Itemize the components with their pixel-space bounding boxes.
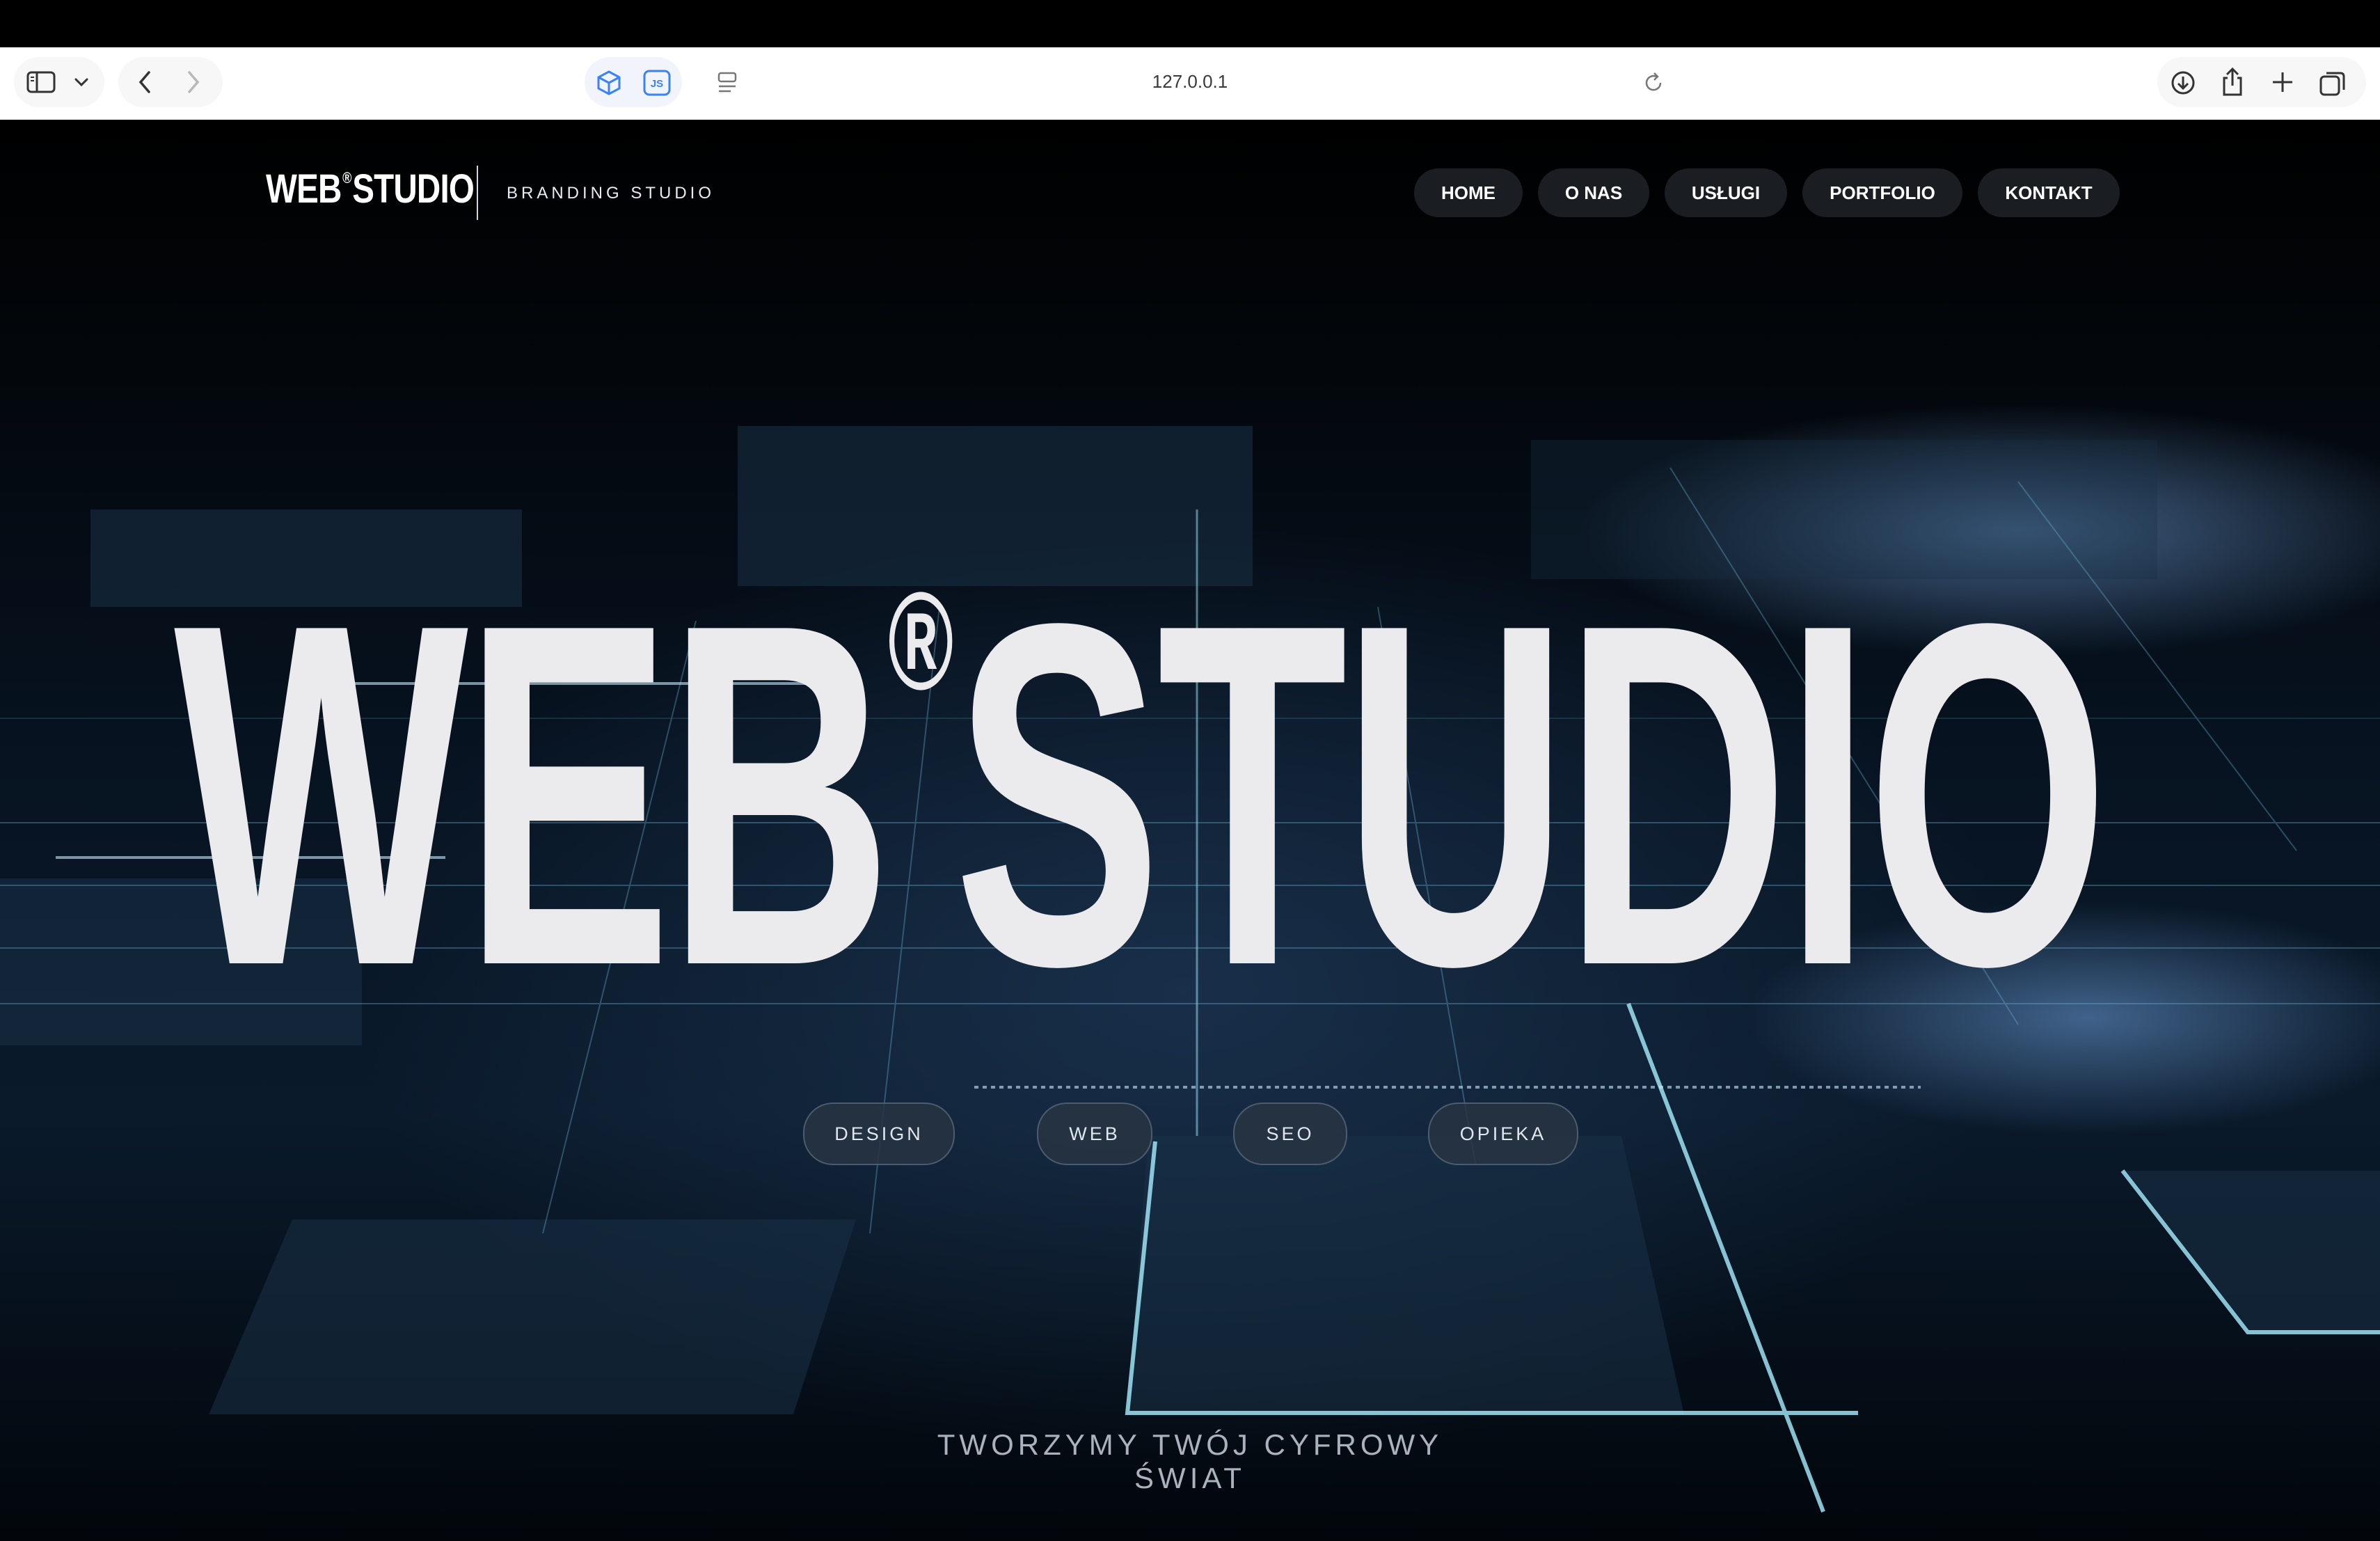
nav-item-home[interactable]: HOME	[1414, 168, 1523, 217]
nav-item-kontakt[interactable]: KONTAKT	[1978, 168, 2120, 217]
extensions-group: JS	[585, 57, 682, 107]
main-nav: HOME O NAS USŁUGI PORTFOLIO KONTAKT	[0, 168, 2380, 217]
address-bar[interactable]: 127.0.0.1	[1086, 71, 1294, 93]
browser-toolbar: JS 127.0.0.1	[0, 47, 2380, 121]
forward-icon[interactable]	[182, 70, 203, 95]
js-badge-text: JS	[651, 78, 663, 90]
chip-web[interactable]: WEB	[1037, 1103, 1152, 1165]
hero-title-left: WEB	[174, 523, 892, 1067]
nav-item-portfolio[interactable]: PORTFOLIO	[1802, 168, 1962, 217]
reload-icon[interactable]	[1642, 71, 1665, 95]
hero-title-mark: ®	[887, 564, 954, 719]
sidebar-toggle-group[interactable]	[14, 57, 104, 107]
cube-extension-icon[interactable]	[596, 70, 622, 96]
hero-tagline: TWORZYMY TWÓJ CYFROWY ŚWIAT	[937, 1428, 1443, 1494]
nav-item-o-nas[interactable]: O NAS	[1538, 168, 1649, 217]
chip-opieka[interactable]: OPIEKA	[1428, 1103, 1578, 1165]
history-nav-group	[118, 57, 223, 107]
chevron-down-icon[interactable]	[74, 77, 89, 88]
share-icon[interactable]	[2220, 67, 2245, 97]
tab-overview-icon[interactable]	[2319, 70, 2347, 97]
web-page: WEB®STUDIO BRANDING STUDIO HOME O NAS US…	[0, 120, 2380, 1541]
reader-icon[interactable]	[717, 71, 738, 95]
download-icon[interactable]	[2170, 70, 2196, 96]
back-icon[interactable]	[135, 70, 156, 95]
chip-seo[interactable]: SEO	[1233, 1103, 1347, 1165]
system-top-bar	[0, 0, 2380, 47]
toolbar-actions-group	[2157, 57, 2366, 107]
hero-title: WEB®STUDIO	[174, 551, 2109, 1038]
js-extension-icon[interactable]: JS	[643, 70, 671, 96]
hero-title-right: STUDIO	[953, 523, 2109, 1067]
nav-item-uslugi[interactable]: USŁUGI	[1665, 168, 1787, 217]
sidebar-icon[interactable]	[26, 71, 56, 93]
new-tab-icon[interactable]	[2270, 70, 2295, 95]
chip-design[interactable]: DESIGN	[803, 1103, 955, 1165]
